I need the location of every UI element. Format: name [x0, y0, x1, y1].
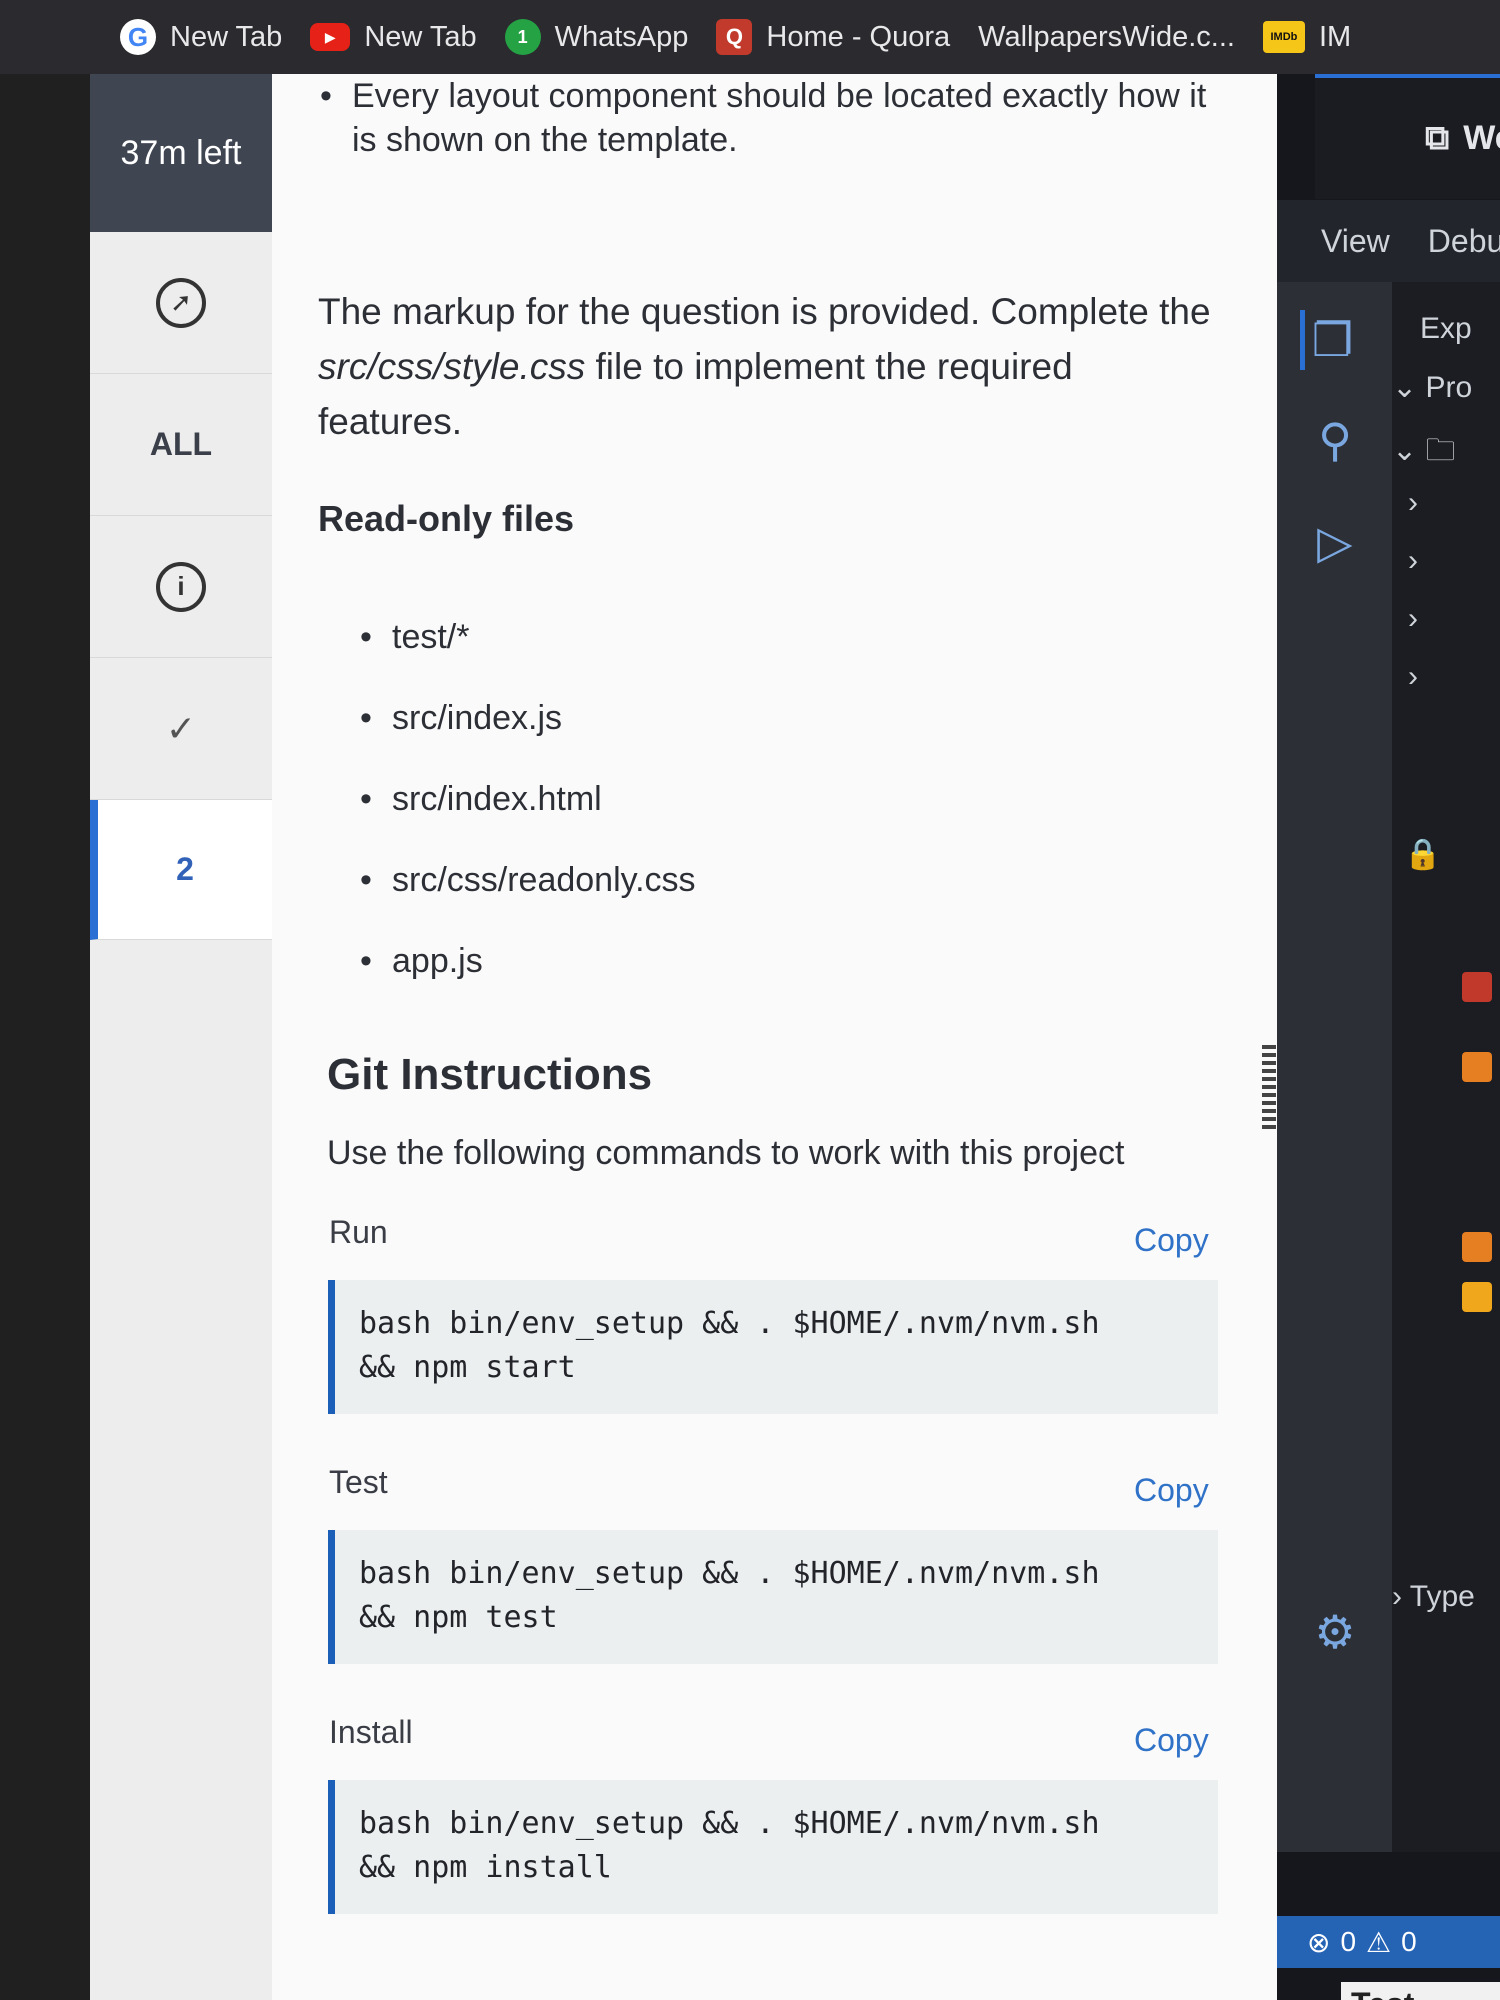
- question-nav-rail: 37m left ➚ ALL i ✓ 2: [90, 74, 272, 2000]
- chevron-right-icon: ›: [1408, 602, 1418, 635]
- test-command-code: bash bin/env_setup && . $HOME/.nvm/nvm.s…: [328, 1530, 1218, 1664]
- rail-compass-button[interactable]: ➚: [90, 232, 272, 374]
- folder-item[interactable]: ›: [1408, 486, 1418, 520]
- folder-root[interactable]: ⌄ 🗀: [1392, 428, 1455, 479]
- install-label: Install: [329, 1714, 413, 1750]
- ide-status-bar: ⊗ 0 ⚠ 0: [1277, 1916, 1500, 1968]
- instructions-panel: Every layout component should be located…: [272, 74, 1277, 2000]
- list-item: src/index.html: [360, 780, 696, 861]
- folder-item[interactable]: ›: [1408, 660, 1418, 694]
- imdb-icon: IMDb: [1262, 21, 1305, 53]
- run-label: Run: [329, 1214, 388, 1250]
- run-command-code: bash bin/env_setup && . $HOME/.nvm/nvm.s…: [328, 1280, 1218, 1414]
- bookmark-label: WallpapersWide.c...: [978, 20, 1235, 53]
- google-icon: G: [120, 19, 156, 55]
- bookmark-imdb[interactable]: IMDb IM: [1262, 20, 1352, 54]
- error-count[interactable]: 0: [1340, 1926, 1356, 1958]
- menu-view[interactable]: View: [1321, 223, 1390, 260]
- chevron-right-icon: ›: [1408, 486, 1418, 519]
- explorer-panel: Exp ⌄ Pro ⌄ 🗀 › › › › 🔒 › Type: [1392, 282, 1500, 1852]
- ide-panel: ⧉ Wel View Debu ❐ ⚲ ▷ ⚙ Exp ⌄ Pro ⌄ 🗀 › …: [1277, 74, 1500, 2000]
- warning-icon: ⚠: [1366, 1926, 1392, 1958]
- copy-install-button[interactable]: Copy: [1134, 1722, 1209, 1759]
- ide-activity-bar: ❐ ⚲ ▷ ⚙: [1277, 282, 1392, 1852]
- chevron-right-icon: ›: [1392, 1580, 1410, 1613]
- install-command-code: bash bin/env_setup && . $HOME/.nvm/nvm.s…: [328, 1780, 1218, 1914]
- explorer-icon[interactable]: ❐: [1300, 310, 1360, 370]
- preview-icon: ⧉: [1425, 119, 1450, 157]
- ide-menu-bar: View Debu: [1277, 200, 1500, 282]
- bookmark-wallpaperswide[interactable]: WallpapersWide.c...: [978, 21, 1235, 54]
- warning-count[interactable]: 0: [1401, 1926, 1417, 1958]
- bookmark-label: WhatsApp: [554, 20, 689, 53]
- quora-icon: Q: [716, 19, 753, 55]
- copy-run-button[interactable]: Copy: [1134, 1222, 1209, 1259]
- bookmark-label: New Tab: [364, 20, 477, 53]
- checkmark-icon: ✓: [165, 707, 197, 749]
- filter-all-button[interactable]: ALL: [90, 374, 272, 516]
- project-section[interactable]: ⌄ Pro: [1392, 370, 1472, 405]
- compass-icon: ➚: [156, 277, 206, 328]
- intro-file-path: src/css/style.css: [318, 346, 586, 387]
- list-item: Every layout component should be located…: [320, 74, 1212, 162]
- error-icon: ⊗: [1307, 1926, 1331, 1958]
- menu-debug[interactable]: Debu: [1428, 223, 1500, 260]
- chevron-down-icon: ⌄: [1392, 434, 1426, 467]
- file-icon[interactable]: [1462, 1052, 1492, 1082]
- copy-test-button[interactable]: Copy: [1134, 1472, 1209, 1509]
- search-icon[interactable]: ⚲: [1305, 410, 1365, 470]
- intro-paragraph: The markup for the question is provided.…: [318, 284, 1218, 449]
- bookmark-new-tab-google[interactable]: G New Tab: [120, 19, 282, 55]
- gear-icon[interactable]: ⚙: [1305, 1602, 1365, 1662]
- file-icon[interactable]: [1462, 1232, 1492, 1262]
- bookmark-new-tab-youtube[interactable]: ▶ New Tab: [310, 20, 477, 54]
- bookmarks-bar: G New Tab ▶ New Tab 1 WhatsApp Q Home - …: [0, 0, 1500, 74]
- chevron-down-icon: ⌄: [1392, 371, 1426, 404]
- question-2-item[interactable]: 2: [90, 800, 272, 940]
- readonly-heading: Read-only files: [318, 498, 575, 539]
- whatsapp-icon: 1: [504, 19, 541, 55]
- folder-item[interactable]: ›: [1408, 602, 1418, 636]
- folder-icon: 🗀: [1425, 434, 1456, 467]
- file-icon[interactable]: [1462, 1282, 1492, 1312]
- intro-text: The markup for the question is provided.…: [318, 291, 1211, 332]
- bookmark-quora[interactable]: Q Home - Quora: [716, 19, 950, 55]
- list-item: app.js: [360, 942, 696, 1023]
- lock-icon: 🔒: [1404, 838, 1442, 871]
- type-section[interactable]: › Type: [1392, 1580, 1475, 1614]
- youtube-icon: ▶: [310, 23, 351, 51]
- bookmark-label: New Tab: [170, 20, 283, 53]
- git-description: Use the following commands to work with …: [327, 1134, 1125, 1172]
- list-item: src/css/readonly.css: [360, 861, 696, 942]
- ide-tab-title: Wel: [1463, 119, 1500, 157]
- list-item: src/index.js: [360, 699, 696, 780]
- bookmark-label: Home - Quora: [766, 20, 951, 53]
- readonly-files-list: test/* src/index.js src/index.html src/c…: [360, 618, 696, 1023]
- test-results-tab[interactable]: Test Resu: [1341, 1982, 1500, 2000]
- bookmark-label: IM: [1318, 20, 1352, 53]
- rail-info-button[interactable]: i: [90, 516, 272, 658]
- bookmark-whatsapp[interactable]: 1 WhatsApp: [504, 19, 689, 55]
- list-item: test/*: [360, 618, 696, 699]
- explorer-title: Exp: [1420, 312, 1472, 345]
- run-debug-icon[interactable]: ▷: [1305, 512, 1365, 572]
- file-icon[interactable]: [1462, 972, 1492, 1002]
- question-1-item[interactable]: ✓: [90, 658, 272, 800]
- folder-item[interactable]: ›: [1408, 544, 1418, 578]
- info-icon: i: [156, 561, 206, 612]
- chevron-right-icon: ›: [1408, 660, 1418, 693]
- test-label: Test: [329, 1464, 388, 1500]
- time-remaining: 37m left: [90, 74, 272, 232]
- chevron-right-icon: ›: [1408, 544, 1418, 577]
- panel-resize-handle[interactable]: [1262, 1045, 1276, 1131]
- ide-tab[interactable]: ⧉ Wel: [1315, 74, 1500, 199]
- git-heading: Git Instructions: [327, 1050, 653, 1099]
